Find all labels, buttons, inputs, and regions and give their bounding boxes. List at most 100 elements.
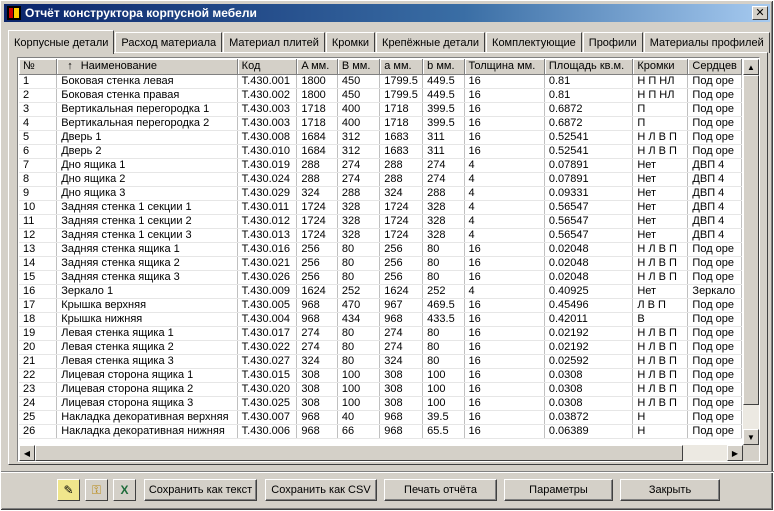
table-cell: 308 (379, 396, 424, 411)
table-cell: 11 (19, 214, 58, 229)
table-cell: 0.06389 (544, 424, 634, 439)
table-cell: 400 (337, 116, 381, 131)
table-cell: T.430.011 (237, 200, 298, 215)
tab-6[interactable]: Профили (582, 32, 643, 53)
table-row[interactable]: 17 Крышка верхняя T.430.005 968 470 967 469.5 1… (19, 298, 742, 313)
column-header-7[interactable]: Толщина мм. (464, 59, 545, 75)
save-as-csv-button[interactable]: Сохранить как CSV (265, 479, 377, 501)
table-row[interactable]: 7 Дно ящика 1 T.430.019 288 274 288 274 4 0.0789… (19, 158, 742, 173)
table-cell: Задняя стенка 1 секции 1 (56, 200, 238, 215)
table-cell: T.430.015 (237, 368, 298, 383)
table-row[interactable]: 21 Левая стенка ящика 3 T.430.027 324 80 324 8… (19, 354, 742, 369)
table-row[interactable]: 8 Дно ящика 2 T.430.024 288 274 288 274 4 0.0789… (19, 172, 742, 187)
table-cell: Под оре (687, 396, 742, 411)
table-cell: ДВП 4 (687, 158, 742, 173)
table-cell: 7 (19, 158, 58, 173)
table-cell: 14 (19, 256, 58, 271)
table-cell: Левая стенка ящика 3 (56, 354, 238, 369)
table-cell: 1684 (296, 144, 338, 159)
table-cell: Дверь 1 (56, 130, 238, 145)
table-cell: 0.02048 (544, 242, 634, 257)
vertical-scrollbar[interactable]: ▲ ▼ (743, 59, 759, 445)
table-cell: T.430.003 (237, 102, 298, 117)
table-row[interactable]: 25 Накладка декоративная верхняя T.430.007… (19, 410, 742, 425)
table-cell: 1724 (379, 200, 424, 215)
table-cell: 16 (464, 368, 545, 383)
table-cell: Нет (632, 200, 689, 215)
column-header-4[interactable]: B мм. (337, 59, 381, 75)
table-cell: T.430.012 (237, 214, 298, 229)
column-header-5[interactable]: a мм. (379, 59, 424, 75)
table-row[interactable]: 6 Дверь 2 T.430.010 1684 312 1683 311 16 0.52541… (19, 144, 742, 159)
table-cell: Задняя стенка ящика 3 (56, 270, 238, 285)
table-row[interactable]: 19 Левая стенка ящика 1 T.430.017 274 80 274 8… (19, 326, 742, 341)
table-cell: T.430.016 (237, 242, 298, 257)
column-header-3[interactable]: A мм. (296, 59, 338, 75)
table-row[interactable]: 2 Боковая стенка правая T.430.002 1800 450 17… (19, 88, 742, 103)
tab-3[interactable]: Кромки (325, 32, 376, 53)
table-row[interactable]: 20 Левая стенка ящика 2 T.430.022 274 80 274 8… (19, 340, 742, 355)
table-cell: 967 (379, 298, 424, 313)
table-cell: 0.02048 (544, 256, 634, 271)
column-header-1[interactable]: ↑ Наименование (56, 59, 238, 75)
table-row[interactable]: 11 Задняя стенка 1 секции 2 T.430.012 1724 3… (19, 214, 742, 229)
table-row[interactable]: 5 Дверь 1 T.430.008 1684 312 1683 311 16 0.52541… (19, 130, 742, 145)
scroll-left-button[interactable]: ◀ (19, 445, 35, 461)
table-row[interactable]: 4 Вертикальная перегородка 2 T.430.003 1718… (19, 116, 742, 131)
horizontal-scroll-thumb[interactable] (35, 445, 683, 461)
column-header-0[interactable]: № (19, 59, 58, 75)
parameters-button[interactable]: Параметры (504, 479, 613, 501)
tab-2[interactable]: Материал плитей (223, 32, 325, 53)
table-cell: T.430.002 (237, 88, 298, 103)
close-window-button[interactable]: ✕ (752, 6, 768, 20)
tab-0[interactable]: Корпусные детали (8, 30, 115, 54)
scroll-right-button[interactable]: ▶ (727, 445, 743, 461)
table-row[interactable]: 12 Задняя стенка 1 секции 3 T.430.013 1724 3… (19, 228, 742, 243)
table-cell: 24 (19, 396, 58, 411)
table-cell: 39.5 (422, 410, 465, 425)
print-report-button[interactable]: Печать отчёта (384, 479, 497, 501)
excel-icon[interactable]: X (113, 479, 136, 501)
table-row[interactable]: 13 Задняя стенка ящика 1 T.430.016 256 80 256… (19, 242, 742, 257)
table-cell: 1800 (296, 74, 338, 89)
table-cell: ДВП 4 (687, 214, 742, 229)
tab-1[interactable]: Расход материала (115, 32, 223, 53)
scroll-up-button[interactable]: ▲ (743, 59, 759, 75)
table-cell: Накладка декоративная нижняя (56, 424, 238, 439)
save-as-text-button[interactable]: Сохранить как текст (144, 479, 257, 501)
column-header-9[interactable]: Кромки (632, 59, 689, 75)
column-header-2[interactable]: Код (237, 59, 298, 75)
scroll-down-button[interactable]: ▼ (743, 429, 759, 445)
table-cell: П (632, 116, 689, 131)
tab-7[interactable]: Материалы профилей (643, 32, 770, 53)
column-header-6[interactable]: b мм. (422, 59, 465, 75)
table-cell: 80 (337, 242, 381, 257)
table-row[interactable]: 26 Накладка декоративная нижняя T.430.006 9… (19, 424, 742, 439)
column-header-10[interactable]: Сердцев (687, 59, 742, 75)
vertical-scroll-thumb[interactable] (743, 75, 759, 405)
tab-4[interactable]: Крепёжные детали (376, 32, 486, 53)
table-cell: 308 (379, 382, 424, 397)
table-row[interactable]: 1 Боковая стенка левая T.430.001 1800 450 179… (19, 74, 742, 89)
table-row[interactable]: 24 Лицевая сторона ящика 3 T.430.025 308 100… (19, 396, 742, 411)
column-header-8[interactable]: Площадь кв.м. (544, 59, 634, 75)
table-row[interactable]: 22 Лицевая сторона ящика 1 T.430.015 308 100… (19, 368, 742, 383)
table-cell: Под оре (687, 312, 742, 327)
table-row[interactable]: 10 Задняя стенка 1 секции 1 T.430.011 1724 3… (19, 200, 742, 215)
table-row[interactable]: 9 Дно ящика 3 T.430.029 324 288 324 288 4 0.0933… (19, 186, 742, 201)
table-row[interactable]: 23 Лицевая сторона ящика 2 T.430.020 308 100… (19, 382, 742, 397)
table-row[interactable]: 15 Задняя стенка ящика 3 T.430.026 256 80 256… (19, 270, 742, 285)
table-row[interactable]: 18 Крышка нижняя T.430.004 968 434 968 433.5 16… (19, 312, 742, 327)
horizontal-scrollbar[interactable]: ◀ ▶ (19, 445, 743, 461)
table-cell: 16 (464, 116, 545, 131)
close-button[interactable]: Закрыть (620, 479, 720, 501)
table-row[interactable]: 3 Вертикальная перегородка 1 T.430.003 1718… (19, 102, 742, 117)
table-cell: 0.0308 (544, 382, 634, 397)
tab-5[interactable]: Комплектующие (486, 32, 582, 53)
table-cell: 66 (337, 424, 381, 439)
table-cell: 968 (296, 298, 338, 313)
edit-icon[interactable]: ✎ (57, 479, 80, 501)
table-row[interactable]: 14 Задняя стенка ящика 2 T.430.021 256 80 256… (19, 256, 742, 271)
table-row[interactable]: 16 Зеркало 1 T.430.009 1624 252 1624 252 4 0.409… (19, 284, 742, 299)
key-icon[interactable]: ⚿ (85, 479, 108, 501)
